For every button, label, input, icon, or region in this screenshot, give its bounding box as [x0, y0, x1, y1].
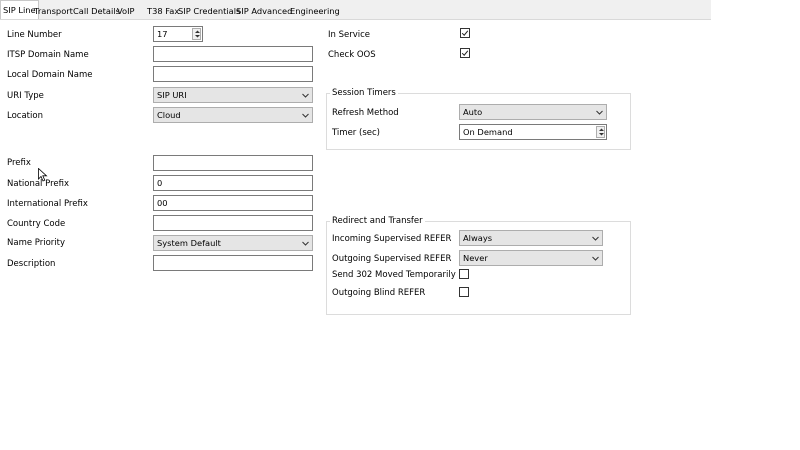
- outgoing-blind-refer-checkbox[interactable]: [459, 287, 469, 297]
- tab-transport[interactable]: Transport: [32, 3, 75, 19]
- outgoing-supervised-refer-value: Never: [463, 253, 488, 263]
- check-icon: [461, 50, 469, 56]
- location-value: Cloud: [157, 110, 181, 120]
- incoming-supervised-refer-label: Incoming Supervised REFER: [332, 234, 452, 244]
- national-prefix-input[interactable]: 0: [153, 175, 313, 191]
- spin-up-down-icon[interactable]: [596, 126, 605, 138]
- check-oos-checkbox[interactable]: [460, 48, 470, 58]
- itsp-domain-input[interactable]: [153, 46, 313, 62]
- in-service-label: In Service: [328, 30, 371, 40]
- prefix-input[interactable]: [153, 155, 313, 171]
- location-label: Location: [7, 111, 43, 121]
- check-oos-label: Check OOS: [328, 50, 376, 60]
- incoming-supervised-refer-value: Always: [463, 233, 493, 243]
- tab-sip-advanced[interactable]: SIP Advanced: [234, 3, 294, 19]
- local-domain-label: Local Domain Name: [7, 70, 93, 80]
- uri-type-label: URI Type: [7, 91, 44, 101]
- timer-value: On Demand: [463, 127, 513, 137]
- outgoing-supervised-refer-select[interactable]: Never: [459, 250, 603, 266]
- local-domain-input[interactable]: [153, 66, 313, 82]
- chevron-down-icon: [592, 236, 599, 241]
- location-select[interactable]: Cloud: [153, 107, 313, 123]
- prefix-label: Prefix: [7, 158, 31, 168]
- check-icon: [461, 30, 469, 36]
- description-label: Description: [7, 259, 56, 269]
- line-number-label: Line Number: [7, 30, 62, 40]
- uri-type-select[interactable]: SIP URI: [153, 87, 313, 103]
- country-code-label: Country Code: [7, 219, 66, 229]
- refresh-method-value: Auto: [463, 107, 483, 117]
- session-timers-group: [326, 93, 631, 150]
- tab-sip-credentials[interactable]: SIP Credentials: [176, 3, 242, 19]
- send-302-label: Send 302 Moved Temporarily: [332, 270, 456, 280]
- timer-stepper[interactable]: On Demand: [459, 124, 607, 140]
- country-code-input[interactable]: [153, 215, 313, 231]
- session-timers-title: Session Timers: [330, 87, 398, 99]
- incoming-supervised-refer-select[interactable]: Always: [459, 230, 603, 246]
- redirect-transfer-title: Redirect and Transfer: [330, 215, 425, 227]
- name-priority-label: Name Priority: [7, 238, 66, 248]
- uri-type-value: SIP URI: [157, 90, 187, 100]
- line-number-stepper[interactable]: 17: [153, 26, 203, 42]
- description-input[interactable]: [153, 255, 313, 271]
- in-service-checkbox[interactable]: [460, 28, 470, 38]
- international-prefix-label: International Prefix: [7, 199, 88, 209]
- chevron-down-icon: [302, 93, 309, 98]
- name-priority-select[interactable]: System Default: [153, 235, 313, 251]
- refresh-method-select[interactable]: Auto: [459, 104, 607, 120]
- tab-strip: SIP Line Transport Call Details VoIP T38…: [0, 0, 711, 20]
- outgoing-supervised-refer-label: Outgoing Supervised REFER: [332, 254, 452, 264]
- international-prefix-input[interactable]: 00: [153, 195, 313, 211]
- line-number-value: 17: [157, 29, 168, 39]
- chevron-down-icon: [302, 113, 309, 118]
- refresh-method-label: Refresh Method: [332, 108, 399, 118]
- chevron-down-icon: [302, 241, 309, 246]
- tab-engineering[interactable]: Engineering: [288, 3, 342, 19]
- timer-label: Timer (sec): [332, 128, 380, 138]
- itsp-domain-label: ITSP Domain Name: [7, 50, 89, 60]
- name-priority-value: System Default: [157, 238, 221, 248]
- spin-up-down-icon[interactable]: [192, 28, 201, 40]
- tab-voip[interactable]: VoIP: [115, 3, 137, 19]
- mouse-cursor-icon: [38, 168, 48, 182]
- send-302-checkbox[interactable]: [459, 269, 469, 279]
- chevron-down-icon: [596, 110, 603, 115]
- outgoing-blind-refer-label: Outgoing Blind REFER: [332, 288, 426, 298]
- chevron-down-icon: [592, 256, 599, 261]
